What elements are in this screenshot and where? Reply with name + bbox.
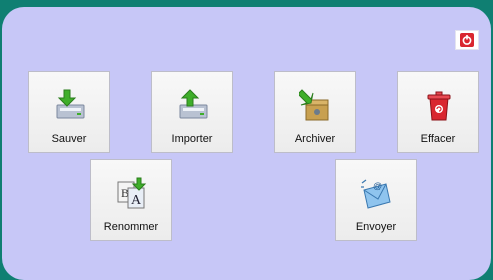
envoyer-button[interactable]: @ Envoyer <box>335 159 417 241</box>
envoyer-label: Envoyer <box>355 221 397 233</box>
svg-text:A: A <box>131 193 142 208</box>
effacer-button[interactable]: Effacer <box>397 71 479 153</box>
sauver-button[interactable]: Sauver <box>28 71 110 153</box>
close-button[interactable] <box>455 30 479 50</box>
archiver-label: Archiver <box>294 133 336 145</box>
trash-icon <box>427 91 451 121</box>
renommer-button[interactable]: B A Renommer <box>90 159 172 241</box>
effacer-label: Effacer <box>420 133 456 145</box>
archive-box-icon <box>299 89 329 121</box>
send-email-icon: @ <box>361 179 391 209</box>
importer-button[interactable]: Importer <box>151 71 233 153</box>
archiver-button[interactable]: Archiver <box>274 71 356 153</box>
import-drive-icon <box>179 89 208 119</box>
importer-label: Importer <box>171 133 213 145</box>
save-drive-icon <box>56 89 85 119</box>
svg-text:@: @ <box>373 181 382 191</box>
rename-icon: B A <box>117 177 147 209</box>
power-icon <box>460 33 474 47</box>
sauver-label: Sauver <box>51 133 87 145</box>
renommer-label: Renommer <box>103 221 159 233</box>
